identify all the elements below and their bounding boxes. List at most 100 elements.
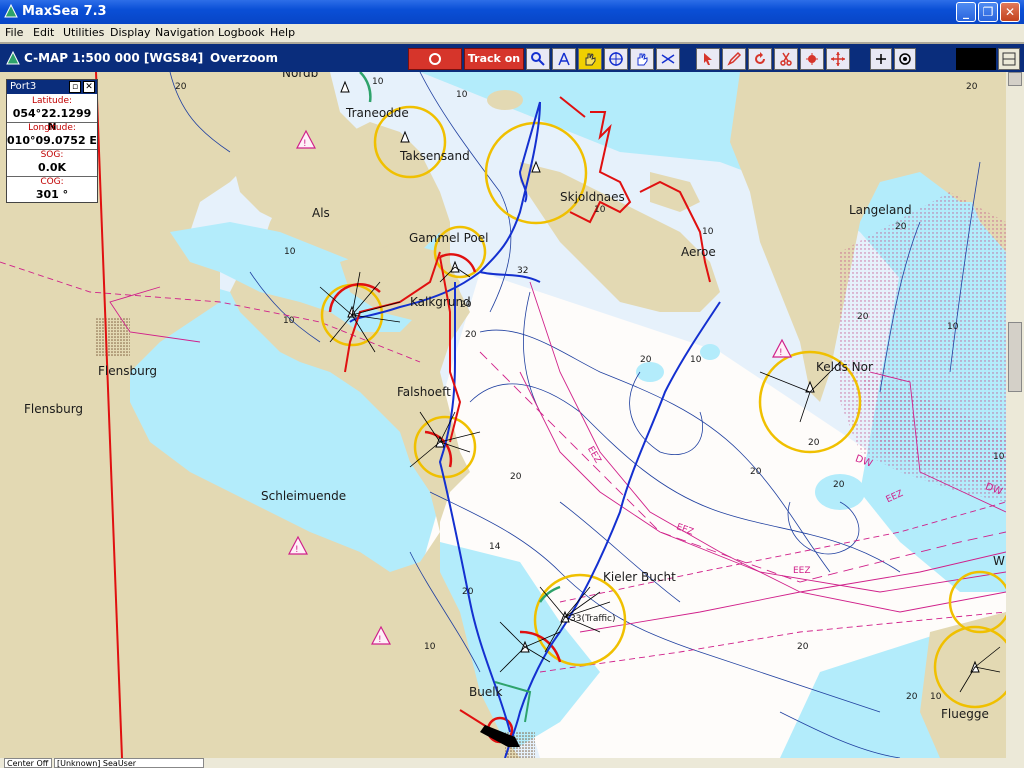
depth-label: 10 [372,77,384,87]
menu-display[interactable]: Display [110,26,151,39]
label-falshoeft: Falshoeft [397,385,451,399]
zoom-button[interactable] [526,48,550,70]
plus-button[interactable] [870,48,892,70]
depth-label: 10 [283,316,295,326]
stop-record-button[interactable] [408,48,462,70]
depth-label: 20 [906,692,918,702]
label-flensburg-1: Flensburg [98,364,158,378]
target-icon [899,53,911,65]
compass-button[interactable] [552,48,576,70]
pencil-button[interactable] [722,48,746,70]
depth-label: 20 [462,587,474,597]
svg-text:!: ! [303,139,307,149]
track-on-button[interactable]: Track on [464,48,524,70]
crosshair-icon [609,52,623,66]
label-kieler-bucht: Kieler Bucht [603,570,676,584]
latitude-label: Latitude: [31,96,73,106]
zoom-status: Overzoom [210,51,279,65]
island-1 [487,90,523,110]
island-2 [636,362,664,382]
scroll-up-button[interactable] [1008,72,1022,86]
depth-label: 20 [460,300,472,310]
depth-label: 20 [808,438,820,448]
longitude-value: 010°09.0752 E [7,134,97,147]
depth-label: 10 [594,205,606,215]
menu-navigation[interactable]: Navigation [155,26,214,39]
grab-icon [637,53,648,66]
label-langeland: Langeland [849,203,912,217]
target-button[interactable] [894,48,916,70]
menu-edit[interactable]: Edit [33,26,54,39]
depth-label: 20 [510,472,522,482]
plus-icon [876,54,886,64]
depth-label: 20 [640,355,652,365]
chart-scale-label: C-MAP 1:500 000 [WGS84] [24,51,204,65]
vertical-scrollbar[interactable] [1006,72,1024,758]
chart-canvas[interactable]: !!!! [0,72,1006,758]
label-nordborg: Nordb [282,72,319,80]
move-icon [831,52,845,66]
cursor-button[interactable] [696,48,720,70]
menu-logbook[interactable]: Logbook [218,26,264,39]
measure-button[interactable] [656,48,680,70]
app-icon [4,4,18,18]
depth-14: 14 [489,542,501,552]
panel-close-button[interactable]: ✕ [83,81,95,93]
menu-bar: File Edit Utilities Display Navigation L… [0,24,1024,42]
grab-button[interactable] [630,48,654,70]
scissors-button[interactable] [774,48,798,70]
depth-label: 20 [750,467,762,477]
svg-text:!: ! [295,545,299,555]
depth-label: 20 [857,312,869,322]
menu-help[interactable]: Help [270,26,295,39]
depth-label: 10 [930,692,942,702]
depth-label: 20 [465,330,477,340]
rotate-button[interactable] [748,48,772,70]
depth-label: 20 [895,222,907,232]
route-button[interactable] [800,48,824,70]
depth-label: 20 [966,82,978,92]
close-button[interactable]: ✕ [1000,2,1020,22]
depth-label: 10 [702,227,714,237]
depth-label: 10 [690,355,702,365]
position-panel[interactable]: Port3 ▫ ✕ Latitude: 054°22.1299 N Longit… [6,79,98,203]
label-traneodde: Traneodde [346,106,409,120]
zoom-icon [531,52,545,66]
depth-label: 10 [993,452,1005,462]
sog-value: 0.0K [37,161,66,174]
label-fluegge: Fluegge [941,707,989,721]
pan-button[interactable] [578,48,602,70]
longitude-label: Longitude: [28,123,76,133]
measure-icon [661,54,675,64]
compass-icon [558,52,570,66]
nautical-chart[interactable]: !!!! Als Flensburg Flensburg Schleimuend… [0,72,1006,758]
restore-button[interactable]: ❐ [978,2,998,22]
menu-utilities[interactable]: Utilities [63,26,104,39]
panel-restore-button[interactable]: ▫ [69,81,81,93]
window-tile-icon [1002,52,1016,66]
chart-toolbar: Track on [406,46,1024,72]
svg-text:!: ! [779,348,783,358]
label-aeroe: Aeroe [681,245,716,259]
label-traffic: 33(Traffic) [570,614,616,624]
cog-label: COG: [40,177,64,187]
menu-file[interactable]: File [5,26,23,39]
scroll-thumb[interactable] [1008,322,1022,392]
center-status[interactable]: Center Off [4,758,52,768]
window-tile-button[interactable] [998,48,1020,70]
chart-icon [6,51,20,65]
depth-label: 10 [456,90,468,100]
label-w: W [993,554,1005,568]
crosshair-button[interactable] [604,48,628,70]
hand-pan-icon [585,53,596,66]
move-button[interactable] [826,48,850,70]
pencil-icon [727,51,742,66]
label-als: Als [312,206,330,220]
minimize-button[interactable]: _ [956,2,976,22]
depth-label: 10 [424,642,436,652]
svg-text:!: ! [378,635,382,645]
label-flensburg-2: Flensburg [24,402,84,416]
depth-label: 20 [833,480,845,490]
restricted-zone-flensburg [95,317,130,357]
route-icon [806,53,818,65]
